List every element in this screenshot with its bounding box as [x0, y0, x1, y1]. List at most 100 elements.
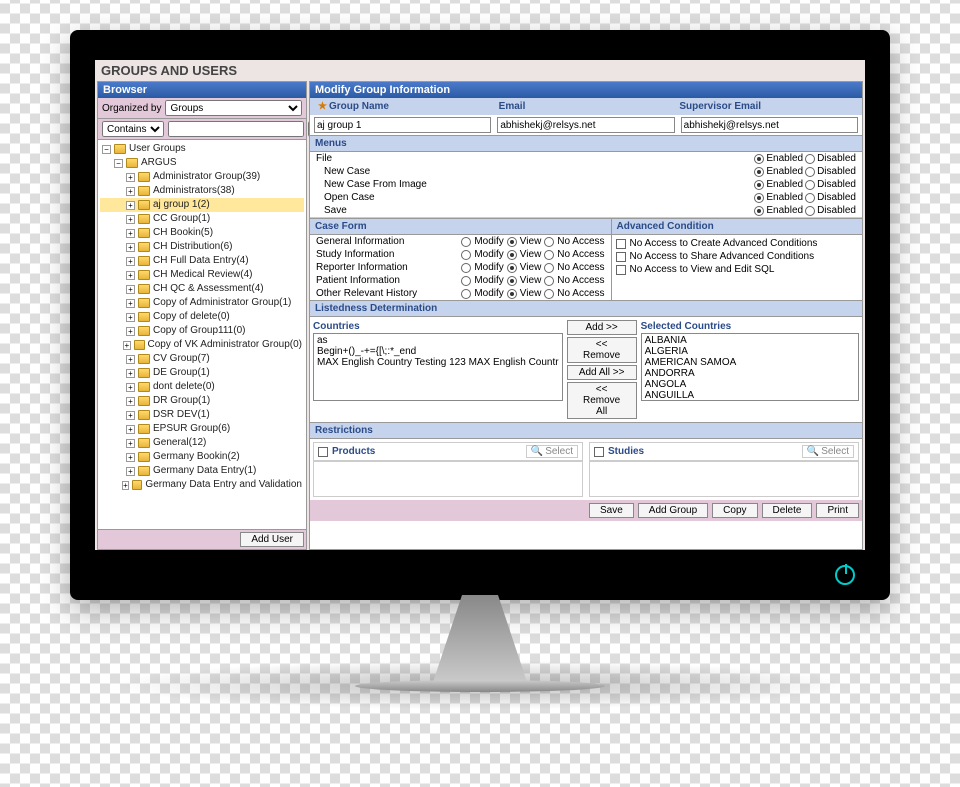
sup-email-input[interactable] [681, 117, 858, 133]
selected-country-option[interactable]: AMERICAN SAMOA [645, 357, 855, 368]
country-option[interactable]: Begin+()_-+={[\;:*_end [317, 346, 559, 357]
tree-item[interactable]: +DE Group(1) [100, 366, 304, 380]
removeall-button[interactable]: << Remove All [567, 382, 637, 419]
expand-icon[interactable]: + [126, 355, 135, 364]
disabled-radio[interactable] [805, 154, 815, 164]
noaccess-radio[interactable] [544, 263, 554, 273]
studies-checkbox[interactable] [594, 447, 604, 457]
view-radio[interactable] [507, 289, 517, 299]
disabled-radio[interactable] [805, 167, 815, 177]
expand-icon[interactable]: + [126, 327, 135, 336]
expand-icon[interactable]: + [126, 425, 135, 434]
noaccess-radio[interactable] [544, 250, 554, 260]
tree-item[interactable]: +Copy of VK Administrator Group(0) [100, 338, 304, 352]
collapse-icon[interactable]: − [114, 159, 123, 168]
filter-input[interactable] [168, 121, 304, 137]
tree-item[interactable]: +CH QC & Assessment(4) [100, 282, 304, 296]
modify-radio[interactable] [461, 289, 471, 299]
remove-button[interactable]: << Remove [567, 337, 637, 363]
tree-item[interactable]: +dont delete(0) [100, 380, 304, 394]
enabled-radio[interactable] [754, 180, 764, 190]
selected-country-option[interactable]: ALBANIA [645, 335, 855, 346]
advanced-checkbox[interactable] [616, 239, 626, 249]
tree-item[interactable]: +CH Full Data Entry(4) [100, 254, 304, 268]
tree-item[interactable]: +Administrator Group(39) [100, 170, 304, 184]
disabled-radio[interactable] [805, 180, 815, 190]
tree-item[interactable]: +CH Distribution(6) [100, 240, 304, 254]
tree-item[interactable]: +General(12) [100, 436, 304, 450]
country-option[interactable]: as [317, 335, 559, 346]
noaccess-radio[interactable] [544, 289, 554, 299]
expand-icon[interactable]: + [126, 229, 135, 238]
expand-icon[interactable]: + [126, 397, 135, 406]
email-input[interactable] [497, 117, 674, 133]
view-radio[interactable] [507, 276, 517, 286]
delete-button[interactable]: Delete [762, 503, 813, 518]
noaccess-radio[interactable] [544, 276, 554, 286]
tree-item[interactable]: +DR Group(1) [100, 394, 304, 408]
collapse-icon[interactable]: − [102, 145, 111, 154]
view-radio[interactable] [507, 263, 517, 273]
addall-button[interactable]: Add All >> [567, 365, 637, 380]
expand-icon[interactable]: + [126, 453, 135, 462]
expand-icon[interactable]: + [126, 243, 135, 252]
expand-icon[interactable]: + [126, 411, 135, 420]
view-radio[interactable] [507, 237, 517, 247]
modify-radio[interactable] [461, 263, 471, 273]
tree-root-label[interactable]: User Groups [129, 142, 186, 156]
noaccess-radio[interactable] [544, 237, 554, 247]
products-checkbox[interactable] [318, 447, 328, 457]
tree-item[interactable]: +Administrators(38) [100, 184, 304, 198]
selected-country-option[interactable]: ALGERIA [645, 346, 855, 357]
expand-icon[interactable]: + [126, 299, 135, 308]
expand-icon[interactable]: + [126, 271, 135, 280]
expand-icon[interactable]: + [126, 201, 135, 210]
products-list[interactable] [313, 461, 583, 497]
add-user-button[interactable]: Add User [240, 532, 304, 547]
organized-by-select[interactable]: Groups [165, 100, 302, 116]
expand-icon[interactable]: + [126, 257, 135, 266]
advanced-checkbox[interactable] [616, 252, 626, 262]
countries-listbox[interactable]: asBegin+()_-+={[\;:*_endMAX English Coun… [313, 333, 563, 401]
tree-item[interactable]: +Copy of Administrator Group(1) [100, 296, 304, 310]
modify-radio[interactable] [461, 250, 471, 260]
tree-item[interactable]: +EPSUR Group(6) [100, 422, 304, 436]
enabled-radio[interactable] [754, 154, 764, 164]
modify-radio[interactable] [461, 237, 471, 247]
add-button[interactable]: Add >> [567, 320, 637, 335]
expand-icon[interactable]: + [123, 341, 131, 350]
studies-list[interactable] [589, 461, 859, 497]
selected-countries-listbox[interactable]: ALBANIAALGERIAAMERICAN SAMOAANDORRAANGOL… [641, 333, 859, 401]
add-group-button[interactable]: Add Group [638, 503, 708, 518]
tree-item[interactable]: +Copy of delete(0) [100, 310, 304, 324]
tree-item[interactable]: +Germany Data Entry and Validation [100, 478, 304, 492]
enabled-radio[interactable] [754, 167, 764, 177]
filter-type-select[interactable]: Contains [102, 121, 164, 137]
view-radio[interactable] [507, 250, 517, 260]
group-name-input[interactable] [314, 117, 491, 133]
expand-icon[interactable]: + [126, 383, 135, 392]
country-option[interactable]: MAX English Country Testing 123 MAX Engl… [317, 357, 559, 368]
studies-select-button[interactable]: 🔍Select [802, 445, 854, 458]
tree-item[interactable]: +CH Medical Review(4) [100, 268, 304, 282]
expand-icon[interactable]: + [126, 187, 135, 196]
tree-item[interactable]: +CH Bookin(5) [100, 226, 304, 240]
tree-argus-label[interactable]: ARGUS [141, 156, 177, 170]
selected-country-option[interactable]: ANDORRA [645, 368, 855, 379]
expand-icon[interactable]: + [122, 481, 130, 490]
modify-radio[interactable] [461, 276, 471, 286]
products-select-button[interactable]: 🔍Select [526, 445, 578, 458]
expand-icon[interactable]: + [126, 369, 135, 378]
tree-item[interactable]: +Copy of Group111(0) [100, 324, 304, 338]
tree-item[interactable]: +Germany Data Entry(1) [100, 464, 304, 478]
enabled-radio[interactable] [754, 193, 764, 203]
menus-list[interactable]: File Enabled DisabledNew Case Enabled Di… [310, 152, 862, 218]
disabled-radio[interactable] [805, 193, 815, 203]
save-button[interactable]: Save [589, 503, 634, 518]
expand-icon[interactable]: + [126, 215, 135, 224]
expand-icon[interactable]: + [126, 173, 135, 182]
tree-item[interactable]: +aj group 1(2) [100, 198, 304, 212]
tree-item[interactable]: +DSR DEV(1) [100, 408, 304, 422]
selected-country-option[interactable]: ANGOLA [645, 379, 855, 390]
expand-icon[interactable]: + [126, 467, 135, 476]
